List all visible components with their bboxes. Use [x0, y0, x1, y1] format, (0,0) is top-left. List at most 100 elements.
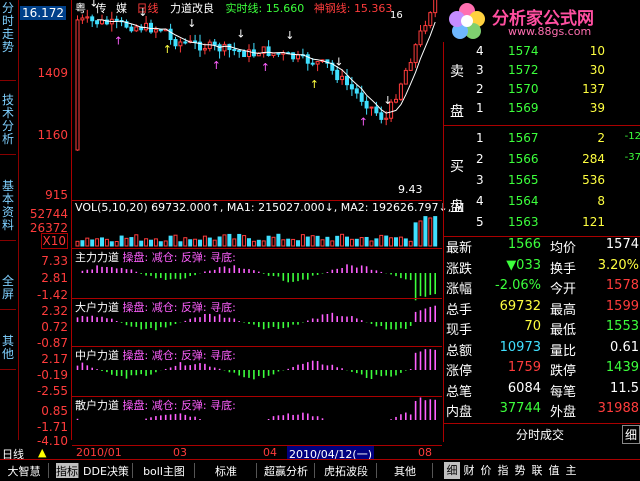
sell-row[interactable]: 1 1569 39	[474, 99, 640, 118]
buy-row[interactable]: 2 1566 284 -37	[474, 150, 640, 169]
volume-bar	[286, 238, 291, 247]
tab-quanping[interactable]: 全屏	[0, 275, 16, 310]
buy-row[interactable]: 5 1563 121	[474, 213, 640, 232]
tab-hutuo[interactable]: 虎拓波段	[316, 463, 377, 478]
volume-bar	[374, 238, 379, 247]
right-tab[interactable]: 势	[512, 462, 528, 479]
right-tab[interactable]: 财	[461, 462, 477, 479]
candle-body	[193, 40, 198, 43]
tab-zhibiao[interactable]: 指标	[56, 463, 79, 478]
buy-row[interactable]: 4 1564 8	[474, 192, 640, 211]
stat-label: 外盘	[550, 405, 577, 420]
level-num: 3	[476, 63, 484, 77]
buy-price: 1563	[508, 215, 539, 229]
candle-body	[95, 20, 100, 25]
panel-title-dahu: 大户力道 操盘: 减仓: 反弹: 寻底:	[75, 299, 236, 315]
fenshi-title[interactable]: 分时成交	[516, 426, 564, 443]
volume-bar	[95, 238, 100, 247]
candle-body	[345, 75, 349, 86]
buy-row[interactable]: 1 1567 2 -12	[474, 129, 640, 148]
stock-price-label: 16.172	[22, 6, 64, 20]
volume-bar	[85, 237, 90, 247]
candle-body	[232, 49, 237, 52]
level-num: 5	[476, 215, 484, 229]
candle-body	[349, 84, 354, 90]
volume-bar	[193, 238, 198, 247]
fenshi-detail-button[interactable]: 细	[622, 425, 640, 444]
stat-label: 现手	[446, 323, 473, 338]
tab-qita-bottom[interactable]: 其他	[378, 463, 433, 478]
buy-price: 1565	[508, 173, 539, 187]
stat-value: 1566	[507, 237, 541, 252]
volume-bar	[413, 222, 418, 247]
candle-body	[222, 43, 227, 52]
price-tick: 1409	[37, 66, 68, 80]
legend-jiancang: 减仓:	[151, 399, 178, 412]
candle-body	[144, 22, 149, 31]
quote-stats: 最新 1566 均价 1574 涨跌 ▼033 换手 3.20% 涨幅 -2.06% 今开 1578 总…	[443, 236, 640, 423]
panel-tick: -1.71	[36, 420, 68, 434]
stat-label: 均价	[550, 241, 577, 256]
volume-bar	[379, 234, 384, 247]
volume-bar	[300, 234, 305, 247]
candle-body	[168, 28, 173, 41]
volume-bar	[384, 235, 389, 247]
candle-body	[114, 18, 119, 22]
date-tick: 08	[418, 446, 432, 459]
tab-biaozhun[interactable]: 标准	[196, 463, 257, 478]
sell-row[interactable]: 3 1572 30	[474, 61, 640, 80]
right-tab[interactable]: 值	[546, 462, 562, 479]
buy-arrow: ↑	[163, 43, 172, 56]
buy-price: 1564	[508, 194, 539, 208]
candle-body	[90, 16, 95, 22]
volume-bar	[232, 238, 237, 247]
tab-qita[interactable]: 其他	[0, 335, 16, 370]
candle-body	[242, 50, 247, 58]
date-tick: 2010/01	[76, 446, 122, 459]
candle-body	[271, 52, 276, 56]
volume-bar	[237, 233, 242, 247]
right-tab[interactable]: 细	[444, 462, 460, 479]
buy-row[interactable]: 3 1565 536	[474, 171, 640, 190]
buy-change: -37	[624, 152, 640, 163]
tab-dde[interactable]: DDE决策	[80, 463, 133, 478]
stat-label: 涨跌	[446, 261, 473, 277]
candle-body	[173, 39, 178, 47]
legend-fantan: 反弹:	[180, 399, 207, 412]
candle-body	[364, 100, 369, 109]
stat-value: 10973	[499, 339, 541, 355]
volume-bar	[305, 236, 310, 247]
tab-jiben[interactable]: 基本资料	[0, 180, 16, 241]
fenshi-bar: 分时成交 细	[443, 423, 640, 444]
candle-body	[433, 0, 438, 14]
volume-bar	[349, 238, 354, 247]
panel-title-sanhu: 散户力道 操盘: 减仓: 反弹: 寻底:	[75, 397, 236, 413]
panel-tick: 2.17	[41, 352, 68, 366]
right-tab[interactable]: 联	[529, 462, 545, 479]
volume-bar	[418, 220, 423, 247]
volume-bar	[168, 235, 173, 247]
legend-fantan: 反弹:	[180, 251, 207, 264]
volume-bar	[222, 234, 227, 247]
buy-volume: 2	[597, 131, 605, 145]
tab-boll[interactable]: boll主图	[134, 463, 195, 478]
sell-arrow: ↓	[383, 94, 392, 107]
stat-label: 换手	[550, 261, 577, 277]
volume-bar	[325, 236, 330, 247]
stat-label: 总额	[446, 343, 473, 359]
candle-body	[149, 22, 153, 33]
candle-body	[129, 26, 134, 32]
right-tab[interactable]: 价	[478, 462, 494, 479]
volume-bar	[251, 240, 256, 247]
tab-chaoying[interactable]: 超赢分析	[258, 463, 315, 478]
value-axis: 16.172 1409 1160 915 52744 26372 X10 7.3…	[19, 0, 72, 448]
panel-tick: 0.85	[41, 404, 68, 418]
right-tab[interactable]: 主	[563, 462, 579, 479]
panel-name: 中户力道	[75, 349, 119, 362]
tab-fenshi[interactable]: 分时走势	[0, 2, 16, 81]
sell-row[interactable]: 2 1570 137	[474, 80, 640, 99]
sell-row[interactable]: 4 1574 10	[474, 42, 640, 61]
right-tab[interactable]: 指	[495, 462, 511, 479]
tab-jishu[interactable]: 技术分析	[0, 94, 16, 155]
stat-value: -2.06%	[495, 278, 541, 293]
